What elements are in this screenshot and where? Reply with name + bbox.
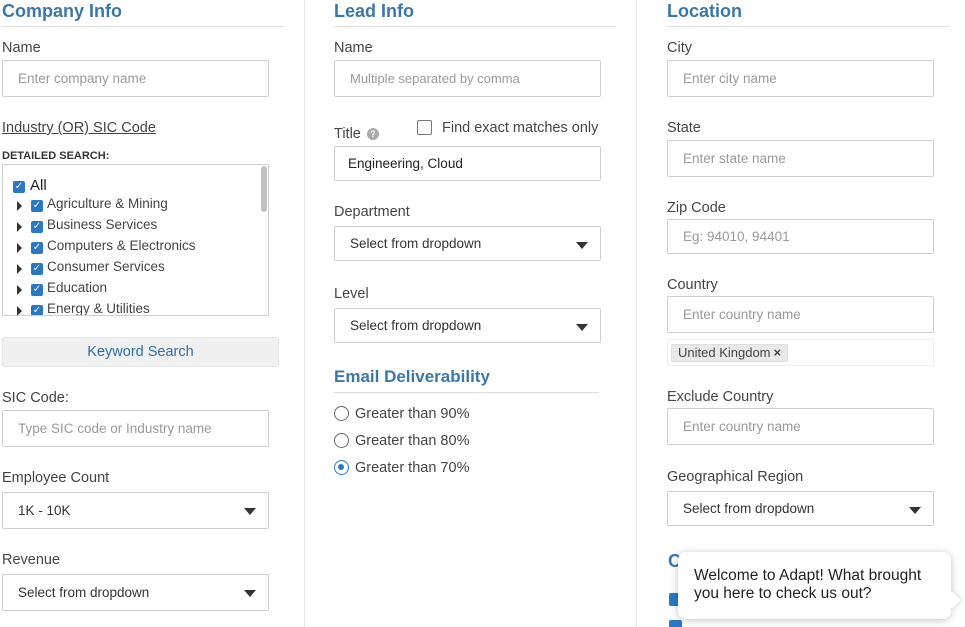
level-value: Select from dropdown xyxy=(350,318,482,333)
employee-count-select[interactable]: 1K - 10K xyxy=(2,492,269,529)
radio-selected-icon[interactable] xyxy=(334,460,349,475)
checkbox-checked-icon[interactable]: ✓ xyxy=(13,181,25,193)
country-input[interactable]: Enter country name xyxy=(667,296,934,333)
city-input[interactable]: Enter city name xyxy=(667,60,934,97)
industry-sic-link[interactable]: Industry (OR) SIC Code xyxy=(2,120,156,136)
help-icon[interactable]: ? xyxy=(366,128,379,140)
revenue-value: Select from dropdown xyxy=(18,585,150,600)
exact-match-checkbox[interactable] xyxy=(417,120,432,135)
checkbox-checked-icon[interactable]: ✓ xyxy=(31,305,43,315)
lead-name-input[interactable]: Multiple separated by comma xyxy=(334,60,601,97)
department-value: Select from dropdown xyxy=(350,236,482,251)
checkbox-checked-icon[interactable]: ✓ xyxy=(31,221,43,233)
country-tag: United Kingdom × xyxy=(671,344,789,362)
geo-region-label: Geographical Region xyxy=(667,469,804,485)
industry-tree[interactable]: ✓ All ✓ Agriculture & Mining ✓ Business … xyxy=(2,164,269,316)
country-label: Country xyxy=(667,277,718,293)
zip-code-label: Zip Code xyxy=(667,200,726,216)
expand-arrow-icon[interactable] xyxy=(17,222,22,232)
state-input[interactable]: Enter state name xyxy=(667,140,934,177)
column-divider xyxy=(304,0,305,627)
checkbox-checked-icon[interactable] xyxy=(669,620,682,627)
company-name-label: Name xyxy=(2,40,41,56)
company-name-input[interactable]: Enter company name xyxy=(2,60,269,97)
revenue-label: Revenue xyxy=(2,552,61,568)
section-title: Location xyxy=(667,1,742,21)
expand-arrow-icon[interactable] xyxy=(17,285,22,295)
section-divider xyxy=(334,26,616,27)
section-divider xyxy=(667,26,949,27)
chevron-down-icon xyxy=(244,590,256,597)
geo-region-value: Select from dropdown xyxy=(683,501,815,516)
title-label: Title? xyxy=(334,126,379,142)
department-label: Department xyxy=(334,204,410,220)
chat-message: Welcome to Adapt! What brought you here … xyxy=(694,567,922,602)
employee-count-label: Employee Count xyxy=(2,470,110,486)
section-title: Lead Info xyxy=(334,1,414,21)
sic-code-input[interactable]: Type SIC code or Industry name xyxy=(2,410,269,447)
remove-tag-icon[interactable]: × xyxy=(774,345,782,360)
chevron-down-icon xyxy=(576,324,588,331)
sic-code-label: SIC Code: xyxy=(2,390,69,406)
radio-unselected-icon[interactable] xyxy=(334,406,349,421)
column-divider xyxy=(636,0,637,627)
expand-arrow-icon[interactable] xyxy=(17,264,22,274)
expand-arrow-icon[interactable] xyxy=(17,243,22,253)
exact-match-label[interactable]: Find exact matches only xyxy=(442,120,598,136)
email-deliverability-title: Email Deliverability xyxy=(334,367,490,386)
chevron-down-icon xyxy=(909,507,921,514)
title-input[interactable]: Engineering, Cloud xyxy=(334,146,601,181)
geo-region-select[interactable]: Select from dropdown xyxy=(667,491,934,526)
state-label: State xyxy=(667,120,701,136)
level-label: Level xyxy=(334,286,369,302)
chevron-down-icon xyxy=(576,242,588,249)
checkbox-checked-icon[interactable]: ✓ xyxy=(31,200,43,212)
city-label: City xyxy=(667,40,692,56)
expand-arrow-icon[interactable] xyxy=(17,306,22,315)
revenue-select[interactable]: Select from dropdown xyxy=(2,574,269,611)
section-title: Company Info xyxy=(2,1,122,21)
chat-tail xyxy=(943,591,961,609)
detailed-search-label: DETAILED SEARCH: xyxy=(2,150,110,162)
exclude-country-label: Exclude Country xyxy=(667,389,774,405)
expand-arrow-icon[interactable] xyxy=(17,201,22,211)
section-divider xyxy=(334,392,599,393)
checkbox-checked-icon[interactable]: ✓ xyxy=(31,263,43,275)
keyword-search-button[interactable]: Keyword Search xyxy=(2,337,279,367)
country-tags: United Kingdom × xyxy=(667,339,934,366)
chat-welcome-popup[interactable]: Welcome to Adapt! What brought you here … xyxy=(678,552,961,619)
zip-code-input[interactable]: Eg: 94010, 94401 xyxy=(667,219,934,254)
checkbox-checked-icon[interactable]: ✓ xyxy=(31,284,43,296)
section-divider xyxy=(2,26,284,27)
department-select[interactable]: Select from dropdown xyxy=(334,226,601,261)
exclude-country-input[interactable]: Enter country name xyxy=(667,408,934,445)
radio-unselected-icon[interactable] xyxy=(334,433,349,448)
employee-count-value: 1K - 10K xyxy=(18,503,71,518)
tree-scrollbar[interactable] xyxy=(261,166,267,212)
chevron-down-icon xyxy=(244,508,256,515)
level-select[interactable]: Select from dropdown xyxy=(334,308,601,343)
checkbox-checked-icon[interactable]: ✓ xyxy=(31,242,43,254)
lead-name-label: Name xyxy=(334,40,373,56)
